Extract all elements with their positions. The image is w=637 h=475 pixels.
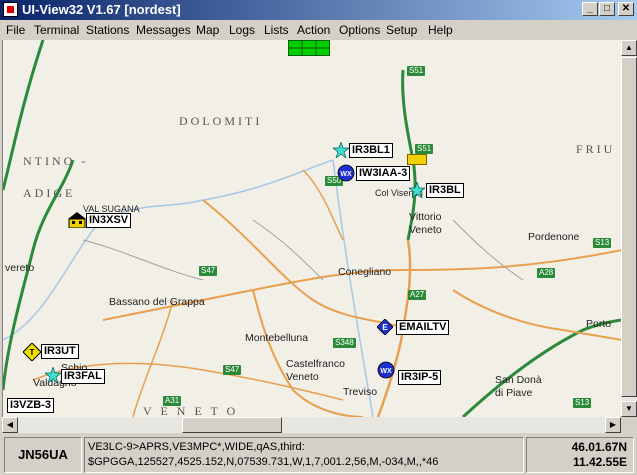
menu-action[interactable]: Action [297, 23, 330, 37]
place-label: Porto [586, 318, 612, 330]
app-icon[interactable] [3, 2, 18, 17]
station-label[interactable]: IR3BL1 [349, 143, 393, 158]
star-icon[interactable] [45, 367, 61, 383]
road-shield: S47 [199, 266, 218, 276]
packet-panel: VE3LC-9>APRS,VE3MPC*,WIDE,qAS,third: $GP… [84, 437, 524, 473]
place-label: Pordenone [528, 231, 580, 243]
station-label[interactable]: IN3XSV [86, 213, 132, 228]
place-label: Castelfranco [286, 358, 345, 370]
scroll-down-button[interactable]: ▼ [621, 401, 637, 417]
grid-indicator[interactable] [288, 40, 330, 56]
wx-icon[interactable]: WX [337, 164, 355, 182]
map-view[interactable]: DOLOMITI NTINO - ADIGE FRIU VAL SUGANA V… [2, 40, 622, 417]
menu-help[interactable]: Help [428, 23, 453, 37]
menu-logs[interactable]: Logs [229, 23, 255, 37]
menu-map[interactable]: Map [196, 23, 219, 37]
vertical-scroll-thumb[interactable] [621, 57, 637, 397]
latitude-readout: 46.01.67N [571, 440, 627, 454]
region-label: ADIGE [23, 186, 76, 200]
vertical-scrollbar[interactable]: ▲ ▼ [621, 40, 637, 417]
place-label: San Donà [495, 374, 542, 386]
menu-setup[interactable]: Setup [386, 23, 417, 37]
star-icon[interactable] [409, 182, 425, 198]
place-label: Montebelluna [245, 332, 309, 344]
coordinates-panel: 46.01.67N 11.42.55E [526, 437, 634, 473]
place-label: Veneto [286, 371, 319, 383]
station-label[interactable]: IR3FAL [61, 369, 105, 384]
scroll-corner [621, 417, 637, 433]
status-bar: JN56UA VE3LC-9>APRS,VE3MPC*,WIDE,qAS,thi… [0, 434, 637, 475]
station-label[interactable]: IR3BL [426, 183, 464, 198]
station-label[interactable]: IR3IP-5 [398, 370, 442, 385]
menu-lists[interactable]: Lists [264, 23, 289, 37]
station-marker[interactable] [407, 154, 427, 165]
place-label: Vittorio [409, 211, 442, 223]
menu-options[interactable]: Options [339, 23, 380, 37]
close-button[interactable]: ✕ [618, 2, 634, 16]
yield-icon[interactable]: T [23, 343, 41, 361]
road-shield: S51 [407, 66, 426, 76]
place-label: vereto [5, 262, 35, 274]
longitude-readout: 11.42.55E [572, 455, 627, 469]
region-label: FRIU [576, 142, 616, 156]
road-shield: S13 [593, 238, 612, 248]
station-label[interactable]: I3VZB-3 [7, 398, 54, 413]
station-label[interactable]: IR3UT [41, 344, 79, 359]
menu-terminal[interactable]: Terminal [34, 23, 79, 37]
minimize-button[interactable]: _ [582, 2, 598, 16]
station-label[interactable]: IW3IAA-3 [356, 166, 411, 181]
house-icon[interactable] [68, 212, 86, 228]
place-label: di Piave [495, 387, 533, 399]
wx-icon[interactable]: WX [377, 361, 395, 379]
diamond-icon[interactable]: E [377, 319, 393, 335]
region-label: DOLOMITI [179, 114, 263, 128]
packet-line: $GPGGA,125527,4525.152,N,07539.731,W,1,7… [88, 456, 439, 468]
road-shield: S51 [415, 144, 434, 154]
svg-text:T: T [30, 348, 35, 357]
svg-text:WX: WX [380, 368, 392, 375]
place-label: Treviso [343, 386, 378, 398]
road-shield: A28 [537, 268, 556, 278]
road-shield: A31 [163, 396, 182, 406]
menu-messages[interactable]: Messages [136, 23, 191, 37]
packet-line: VE3LC-9>APRS,VE3MPC*,WIDE,qAS,third: [88, 441, 305, 453]
region-label: NTINO - [23, 154, 89, 168]
window-title: UI-View32 V1.67 [nordest] [22, 2, 181, 17]
station-label[interactable]: EMAILTV [396, 320, 450, 335]
menu-file[interactable]: File [6, 23, 25, 37]
scroll-left-button[interactable]: ◀ [2, 417, 18, 433]
horizontal-scroll-thumb[interactable] [182, 417, 282, 433]
region-label: V E N E T O [143, 404, 239, 417]
horizontal-scrollbar[interactable]: ◀ ▶ [2, 417, 621, 433]
place-label: Veneto [409, 224, 442, 236]
road-shield: S348 [333, 338, 356, 348]
road-shield: S47 [223, 365, 242, 375]
menu-stations[interactable]: Stations [86, 23, 129, 37]
title-bar: UI-View32 V1.67 [nordest] _ □ ✕ [0, 0, 637, 20]
scroll-up-button[interactable]: ▲ [621, 40, 637, 56]
road-shield: A27 [408, 290, 427, 300]
maximize-button[interactable]: □ [599, 2, 615, 16]
svg-text:WX: WX [340, 171, 352, 178]
place-label: Conegliano [338, 266, 392, 278]
svg-text:E: E [382, 323, 388, 332]
locator-panel: JN56UA [4, 437, 82, 473]
scroll-right-button[interactable]: ▶ [605, 417, 621, 433]
star-icon[interactable] [333, 142, 349, 158]
place-label: Bassano del Grappa [109, 296, 205, 308]
menu-bar: File Terminal Stations Messages Map Logs… [0, 20, 637, 39]
road-shield: S13 [573, 398, 592, 408]
